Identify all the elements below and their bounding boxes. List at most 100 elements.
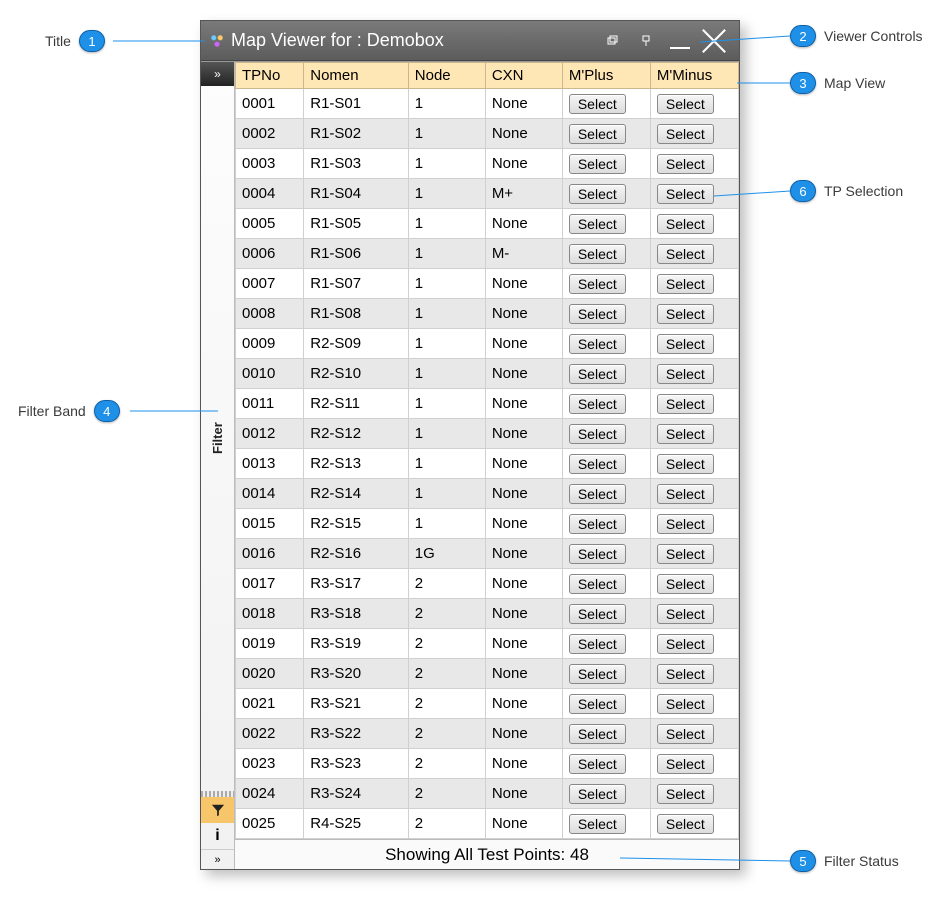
select-mminus-button[interactable]: Select: [657, 784, 714, 804]
cell-node: 1: [408, 389, 485, 419]
cell-cxn: None: [485, 569, 562, 599]
table-row[interactable]: 0003R1-S031NoneSelectSelect: [236, 149, 739, 179]
select-mplus-button[interactable]: Select: [569, 604, 626, 624]
select-mminus-button[interactable]: Select: [657, 184, 714, 204]
select-mplus-button[interactable]: Select: [569, 664, 626, 684]
cell-nomen: R1-S06: [304, 239, 409, 269]
cell-cxn: None: [485, 449, 562, 479]
select-mplus-button[interactable]: Select: [569, 454, 626, 474]
select-mplus-button[interactable]: Select: [569, 424, 626, 444]
table-row[interactable]: 0020R3-S202NoneSelectSelect: [236, 659, 739, 689]
table-row[interactable]: 0025R4-S252NoneSelectSelect: [236, 809, 739, 839]
table-row[interactable]: 0019R3-S192NoneSelectSelect: [236, 629, 739, 659]
filter-info-button[interactable]: i: [201, 823, 234, 849]
table-row[interactable]: 0021R3-S212NoneSelectSelect: [236, 689, 739, 719]
select-mminus-button[interactable]: Select: [657, 394, 714, 414]
select-mplus-button[interactable]: Select: [569, 364, 626, 384]
select-mplus-button[interactable]: Select: [569, 724, 626, 744]
grid-scroll[interactable]: TPNo Nomen Node CXN M'Plus M'Minus 0001R…: [235, 62, 739, 839]
select-mminus-button[interactable]: Select: [657, 754, 714, 774]
col-mminus[interactable]: M'Minus: [650, 63, 738, 89]
select-mminus-button[interactable]: Select: [657, 484, 714, 504]
table-row[interactable]: 0010R2-S101NoneSelectSelect: [236, 359, 739, 389]
pin-button[interactable]: [629, 27, 663, 55]
col-mplus[interactable]: M'Plus: [562, 63, 650, 89]
select-mminus-button[interactable]: Select: [657, 244, 714, 264]
table-row[interactable]: 0002R1-S021NoneSelectSelect: [236, 119, 739, 149]
select-mplus-button[interactable]: Select: [569, 154, 626, 174]
select-mminus-button[interactable]: Select: [657, 604, 714, 624]
select-mplus-button[interactable]: Select: [569, 394, 626, 414]
select-mplus-button[interactable]: Select: [569, 694, 626, 714]
cell-tpno: 0016: [236, 539, 304, 569]
table-row[interactable]: 0008R1-S081NoneSelectSelect: [236, 299, 739, 329]
table-row[interactable]: 0006R1-S061M-SelectSelect: [236, 239, 739, 269]
select-mplus-button[interactable]: Select: [569, 754, 626, 774]
select-mminus-button[interactable]: Select: [657, 664, 714, 684]
table-row[interactable]: 0011R2-S111NoneSelectSelect: [236, 389, 739, 419]
select-mminus-button[interactable]: Select: [657, 274, 714, 294]
select-mminus-button[interactable]: Select: [657, 724, 714, 744]
select-mminus-button[interactable]: Select: [657, 214, 714, 234]
restore-button[interactable]: [595, 27, 629, 55]
select-mminus-button[interactable]: Select: [657, 514, 714, 534]
table-row[interactable]: 0007R1-S071NoneSelectSelect: [236, 269, 739, 299]
select-mminus-button[interactable]: Select: [657, 364, 714, 384]
table-row[interactable]: 0001R1-S011NoneSelectSelect: [236, 89, 739, 119]
select-mminus-button[interactable]: Select: [657, 454, 714, 474]
select-mplus-button[interactable]: Select: [569, 514, 626, 534]
select-mminus-button[interactable]: Select: [657, 424, 714, 444]
table-row[interactable]: 0014R2-S141NoneSelectSelect: [236, 479, 739, 509]
col-cxn[interactable]: CXN: [485, 63, 562, 89]
table-row[interactable]: 0018R3-S182NoneSelectSelect: [236, 599, 739, 629]
select-mplus-button[interactable]: Select: [569, 484, 626, 504]
select-mminus-button[interactable]: Select: [657, 814, 714, 834]
table-row[interactable]: 0022R3-S222NoneSelectSelect: [236, 719, 739, 749]
select-mminus-button[interactable]: Select: [657, 574, 714, 594]
table-row[interactable]: 0004R1-S041M+SelectSelect: [236, 179, 739, 209]
table-row[interactable]: 0024R3-S242NoneSelectSelect: [236, 779, 739, 809]
select-mminus-button[interactable]: Select: [657, 94, 714, 114]
col-tpno[interactable]: TPNo: [236, 63, 304, 89]
filter-expand-button[interactable]: »: [201, 62, 234, 86]
table-row[interactable]: 0017R3-S172NoneSelectSelect: [236, 569, 739, 599]
callout-viewer-controls: 2 Viewer Controls: [790, 25, 923, 47]
select-mplus-button[interactable]: Select: [569, 784, 626, 804]
select-mminus-button[interactable]: Select: [657, 634, 714, 654]
table-row[interactable]: 0009R2-S091NoneSelectSelect: [236, 329, 739, 359]
select-mplus-button[interactable]: Select: [569, 184, 626, 204]
select-mplus-button[interactable]: Select: [569, 214, 626, 234]
cell-node: 2: [408, 749, 485, 779]
select-mplus-button[interactable]: Select: [569, 814, 626, 834]
select-mplus-button[interactable]: Select: [569, 574, 626, 594]
filter-collapse-button[interactable]: »: [201, 849, 234, 869]
select-mminus-button[interactable]: Select: [657, 304, 714, 324]
table-row[interactable]: 0013R2-S131NoneSelectSelect: [236, 449, 739, 479]
select-mplus-button[interactable]: Select: [569, 274, 626, 294]
table-row[interactable]: 0005R1-S051NoneSelectSelect: [236, 209, 739, 239]
col-nomen[interactable]: Nomen: [304, 63, 409, 89]
select-mplus-button[interactable]: Select: [569, 334, 626, 354]
filter-button[interactable]: [201, 797, 234, 823]
table-row[interactable]: 0012R2-S121NoneSelectSelect: [236, 419, 739, 449]
table-row[interactable]: 0023R3-S232NoneSelectSelect: [236, 749, 739, 779]
select-mplus-button[interactable]: Select: [569, 544, 626, 564]
select-mminus-button[interactable]: Select: [657, 334, 714, 354]
col-node[interactable]: Node: [408, 63, 485, 89]
select-mplus-button[interactable]: Select: [569, 304, 626, 324]
select-mminus-button[interactable]: Select: [657, 154, 714, 174]
select-mminus-button[interactable]: Select: [657, 124, 714, 144]
select-mplus-button[interactable]: Select: [569, 94, 626, 114]
tp-grid: TPNo Nomen Node CXN M'Plus M'Minus 0001R…: [235, 62, 739, 839]
table-row[interactable]: 0016R2-S161GNoneSelectSelect: [236, 539, 739, 569]
select-mminus-button[interactable]: Select: [657, 544, 714, 564]
cell-cxn: None: [485, 779, 562, 809]
select-mplus-button[interactable]: Select: [569, 124, 626, 144]
minimize-button[interactable]: [663, 27, 697, 55]
table-row[interactable]: 0015R2-S151NoneSelectSelect: [236, 509, 739, 539]
cell-tpno: 0006: [236, 239, 304, 269]
select-mminus-button[interactable]: Select: [657, 694, 714, 714]
close-button[interactable]: [697, 27, 731, 55]
select-mplus-button[interactable]: Select: [569, 244, 626, 264]
select-mplus-button[interactable]: Select: [569, 634, 626, 654]
